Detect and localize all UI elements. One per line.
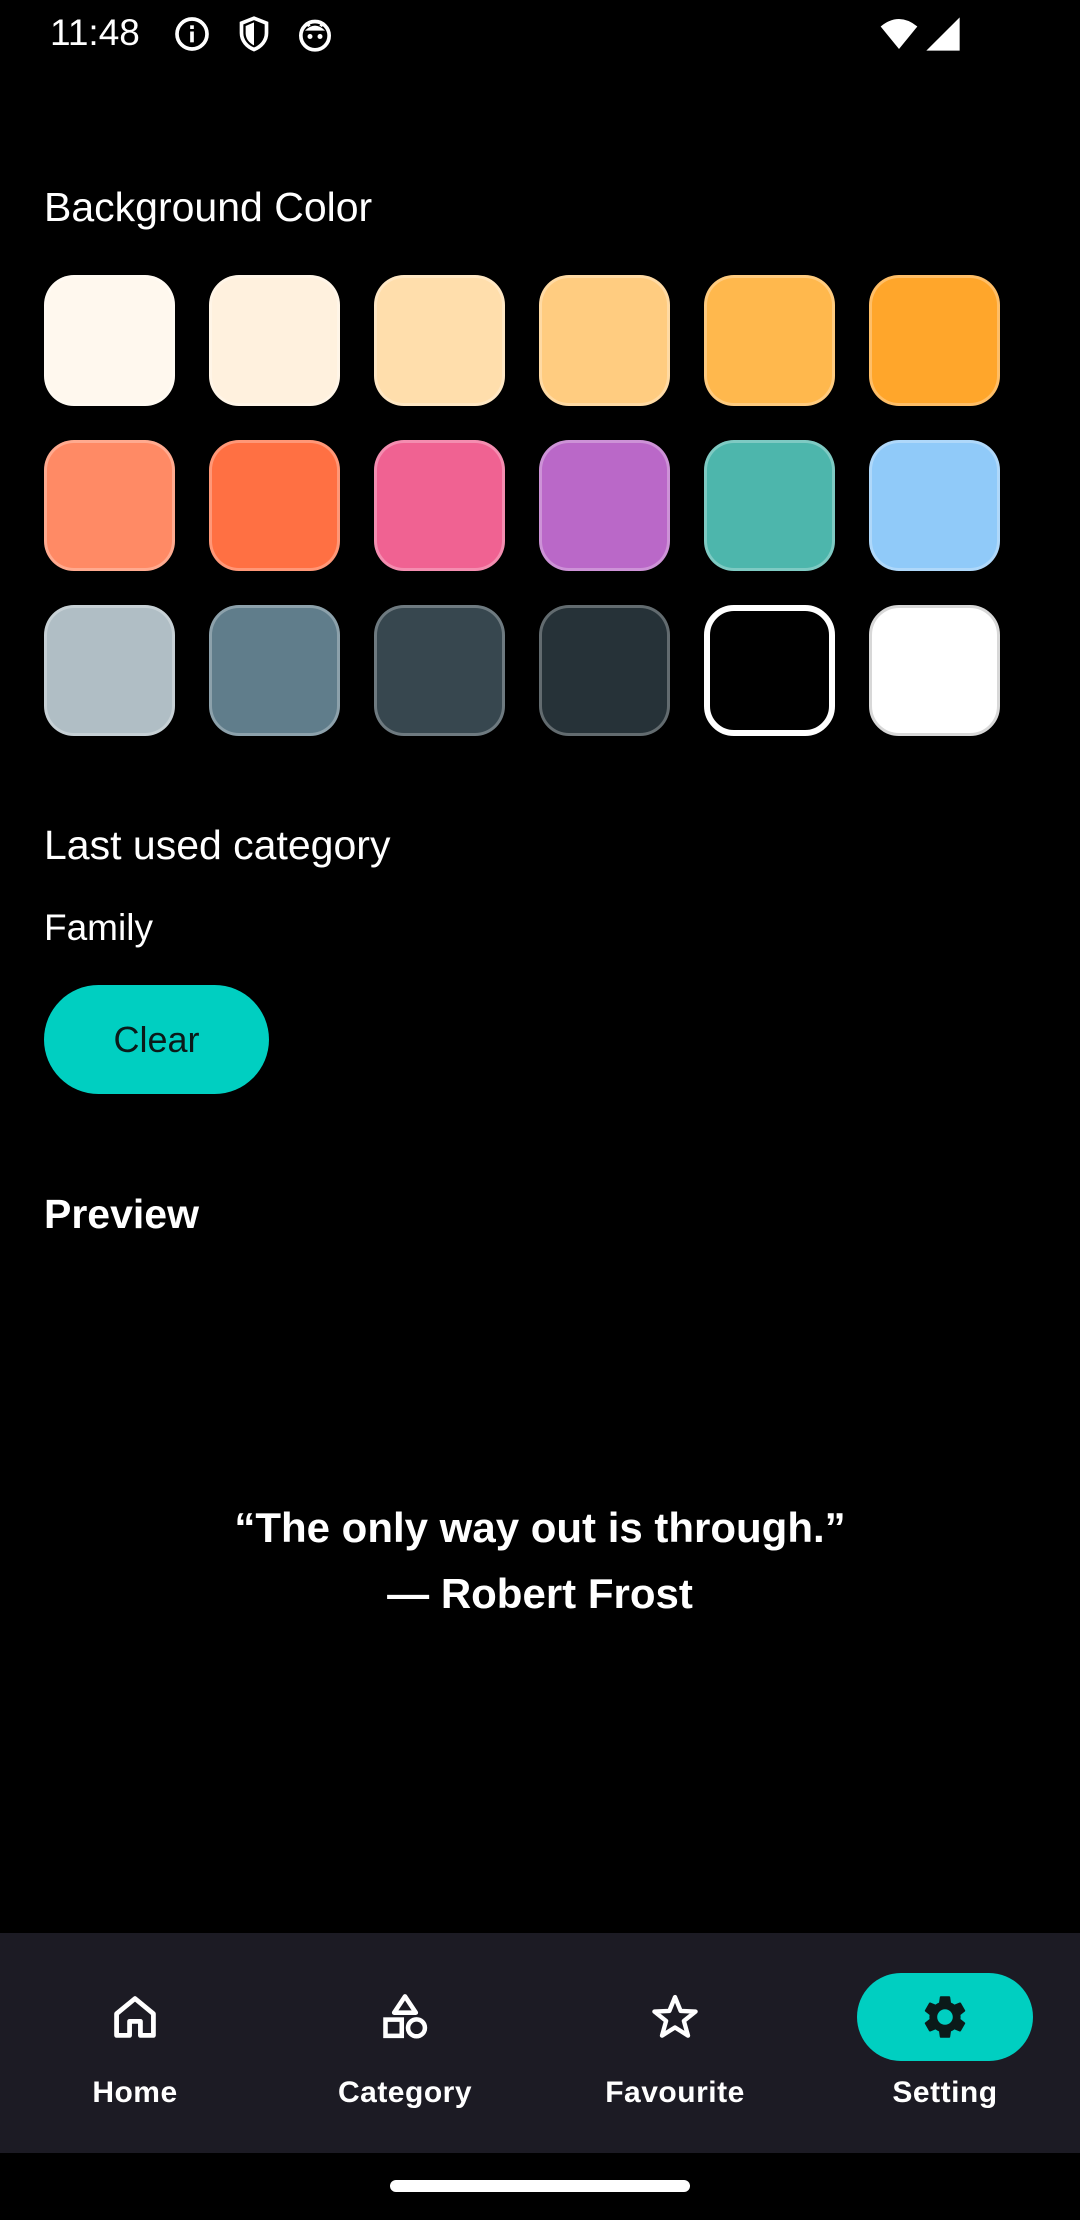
- shield-icon: [234, 14, 274, 54]
- info-icon: [172, 14, 212, 54]
- color-swatch[interactable]: [539, 275, 670, 406]
- preview-title: Preview: [44, 1191, 199, 1237]
- nav-label-favourite: Favourite: [605, 2076, 745, 2109]
- wifi-icon: [879, 14, 919, 54]
- preview-quote-card: “The only way out is through.” — Robert …: [0, 1495, 1080, 1627]
- color-swatch[interactable]: [209, 440, 340, 571]
- last-used-category-title: Last used category: [44, 822, 391, 868]
- last-used-category-value: Family: [44, 907, 153, 948]
- nav-icon-container-category: [317, 1973, 493, 2061]
- color-swatch[interactable]: [539, 605, 670, 736]
- color-swatch[interactable]: [209, 605, 340, 736]
- color-swatch[interactable]: [374, 275, 505, 406]
- color-swatch[interactable]: [209, 275, 340, 406]
- color-swatch[interactable]: [704, 440, 835, 571]
- color-swatch[interactable]: [704, 605, 835, 736]
- nav-label-category: Category: [337, 2076, 473, 2109]
- nav-label-setting: Setting: [892, 2076, 998, 2109]
- nav-icon-container-home: [47, 1973, 223, 2061]
- nav-item-setting[interactable]: Setting: [810, 1933, 1080, 2153]
- color-swatch[interactable]: [539, 440, 670, 571]
- status-time: 11:48: [50, 12, 140, 53]
- color-swatch[interactable]: [704, 275, 835, 406]
- status-bar: 11:48: [0, 0, 1080, 66]
- color-swatch[interactable]: [374, 440, 505, 571]
- color-swatch[interactable]: [869, 440, 1000, 571]
- preview-quote-text: “The only way out is through.”: [234, 1504, 846, 1551]
- nav-label-home: Home: [92, 2076, 178, 2109]
- android-icon: [295, 14, 335, 54]
- color-swatch[interactable]: [44, 440, 175, 571]
- home-indicator[interactable]: [390, 2180, 690, 2192]
- color-swatch[interactable]: [869, 605, 1000, 736]
- bottom-navigation-bar: Home Category Favourite Setting: [0, 1933, 1080, 2153]
- category-icon: [379, 1991, 431, 2043]
- nav-icon-container-favourite: [587, 1973, 763, 2061]
- star-icon: [649, 1991, 701, 2043]
- cellular-signal-icon: [923, 14, 963, 54]
- gear-icon: [919, 1991, 971, 2043]
- color-swatch[interactable]: [869, 275, 1000, 406]
- color-swatch[interactable]: [44, 275, 175, 406]
- nav-item-category[interactable]: Category: [270, 1933, 540, 2153]
- color-swatch[interactable]: [374, 605, 505, 736]
- preview-quote-author: — Robert Frost: [387, 1570, 693, 1617]
- nav-icon-container-setting: [857, 1973, 1033, 2061]
- nav-item-favourite[interactable]: Favourite: [540, 1933, 810, 2153]
- color-swatch[interactable]: [44, 605, 175, 736]
- nav-item-home[interactable]: Home: [0, 1933, 270, 2153]
- home-icon: [109, 1991, 161, 2043]
- clear-button[interactable]: Clear: [44, 985, 269, 1094]
- background-color-title: Background Color: [44, 184, 373, 230]
